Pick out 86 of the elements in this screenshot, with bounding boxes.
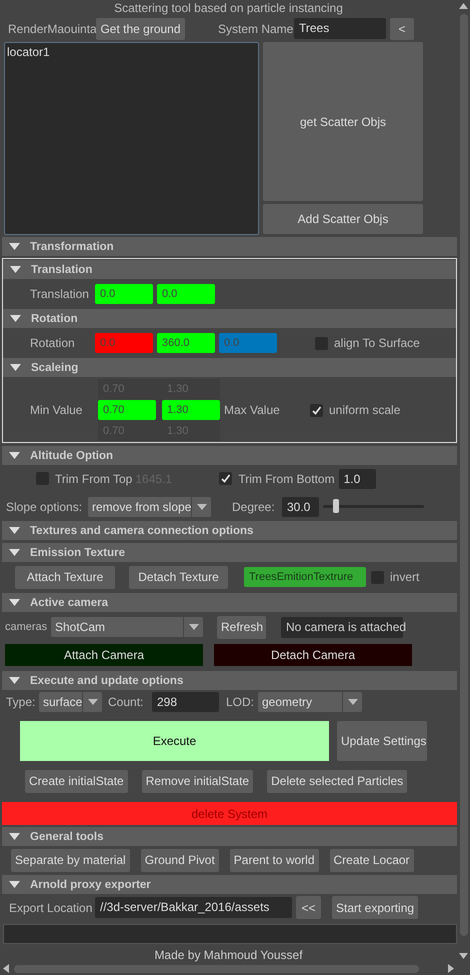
label: align To Surface <box>334 336 420 350</box>
label: Rotation <box>30 336 76 350</box>
section-header[interactable]: Active camera <box>2 593 457 612</box>
number-field[interactable]: 0.0 <box>95 333 153 353</box>
button[interactable]: Remove initialState <box>142 770 254 792</box>
label: Slope options: <box>6 500 84 514</box>
button[interactable]: < <box>390 18 414 40</box>
checkbox[interactable] <box>315 336 328 350</box>
label: LOD: <box>226 695 256 709</box>
number-field[interactable]: 0.0 <box>157 284 215 304</box>
section-header[interactable]: Altitude Option <box>2 446 457 465</box>
button[interactable]: Separate by material <box>11 848 130 872</box>
label: Export Location <box>9 900 94 914</box>
checkbox[interactable] <box>371 570 384 584</box>
status-field: No camera is attached <box>281 616 403 638</box>
horizontal-scrollbar[interactable] <box>0 962 457 975</box>
object-list[interactable]: locator1 <box>4 42 259 235</box>
label: Degree: <box>232 500 276 514</box>
section-header[interactable]: Emission Texture <box>2 543 457 562</box>
number-field[interactable]: 360.0 <box>157 333 215 353</box>
section-header[interactable]: Execute and update options <box>2 671 457 690</box>
down-arrow-icon <box>459 953 468 959</box>
number-field[interactable]: 1.30 <box>162 400 220 420</box>
caret-icon <box>88 699 98 705</box>
number-field[interactable]: 30.0 <box>282 496 319 516</box>
button[interactable]: Get the ground <box>96 18 185 40</box>
label: cameras <box>5 621 48 633</box>
vertical-scrollbar[interactable] <box>457 0 470 962</box>
right-arrow-icon <box>448 964 454 973</box>
caret-icon <box>188 624 198 630</box>
button[interactable]: Attach Texture <box>15 566 115 588</box>
checkbox[interactable] <box>310 404 323 416</box>
label: System Name <box>218 22 294 36</box>
label: invert <box>390 570 420 584</box>
caret-icon <box>196 504 207 510</box>
button[interactable]: Update Settings <box>337 721 427 761</box>
section-header[interactable]: Arnold proxy exporter <box>2 875 457 894</box>
label: Min Value <box>30 403 84 417</box>
button[interactable]: Execute <box>20 721 329 761</box>
number-field[interactable]: 0.0 <box>95 284 153 304</box>
label: Type: <box>6 695 36 709</box>
number-field[interactable]: 298 <box>152 692 219 712</box>
button[interactable]: Detach Texture <box>129 566 228 588</box>
section-header[interactable]: Textures and camera connection options <box>2 521 457 540</box>
button[interactable]: Parent to world <box>230 848 318 872</box>
name-field[interactable]: Trees <box>294 18 386 39</box>
window-title: Scattering tool based on particle instancing <box>114 0 343 17</box>
section-header[interactable]: General tools <box>2 827 457 846</box>
button[interactable]: get Scatter Objs <box>263 42 423 201</box>
number-field[interactable]: 0.70 <box>98 400 156 420</box>
button[interactable]: Attach Camera <box>5 644 203 666</box>
section-header[interactable]: Translation <box>3 260 456 279</box>
checkbox[interactable] <box>36 472 49 485</box>
dropdown[interactable]: remove from slope <box>88 496 211 516</box>
button[interactable]: Delete selected Particles <box>267 770 408 792</box>
button[interactable]: << <box>296 896 321 919</box>
checkbox[interactable] <box>219 472 232 485</box>
credit-text: Made by Mahmoud Youssef <box>154 948 303 962</box>
label: Trim From Bottom <box>238 472 335 486</box>
list-item[interactable]: locator1 <box>7 45 256 59</box>
number-field[interactable]: 1.0 <box>338 468 376 488</box>
button[interactable]: Ground Pivot <box>140 848 219 872</box>
dropdown[interactable]: ShotCam <box>51 617 203 637</box>
slider-thumb[interactable] <box>333 499 340 513</box>
label: Translation <box>30 287 90 301</box>
button[interactable]: Detach Camera <box>214 644 412 666</box>
dropdown[interactable]: geometry <box>258 692 362 712</box>
button[interactable]: Create Locaor <box>330 848 414 872</box>
button[interactable]: Start exporting <box>332 896 418 919</box>
label: uniform scale <box>329 403 400 417</box>
left-arrow-icon <box>3 964 9 973</box>
button[interactable]: Refresh <box>217 616 266 638</box>
section-header[interactable]: Scaleing <box>3 358 456 377</box>
label: RenderMaouinta <box>8 22 96 36</box>
button[interactable]: Create initialState <box>25 770 128 792</box>
button[interactable]: Add Scatter Objs <box>263 204 423 234</box>
texture-field[interactable]: TreesEmitionTextrure <box>244 567 366 587</box>
label: Max Value <box>224 403 281 417</box>
up-arrow-icon <box>459 3 468 9</box>
section-header[interactable]: Transformation <box>2 237 457 256</box>
path-field[interactable]: //3d-server/Bakkar_2016/assets <box>95 897 292 918</box>
label: Count: <box>108 695 144 709</box>
section-header[interactable]: Rotation <box>3 309 456 328</box>
caret-icon <box>348 699 358 705</box>
label: Trim From Top <box>55 472 132 486</box>
dropdown[interactable]: surface <box>39 692 102 712</box>
